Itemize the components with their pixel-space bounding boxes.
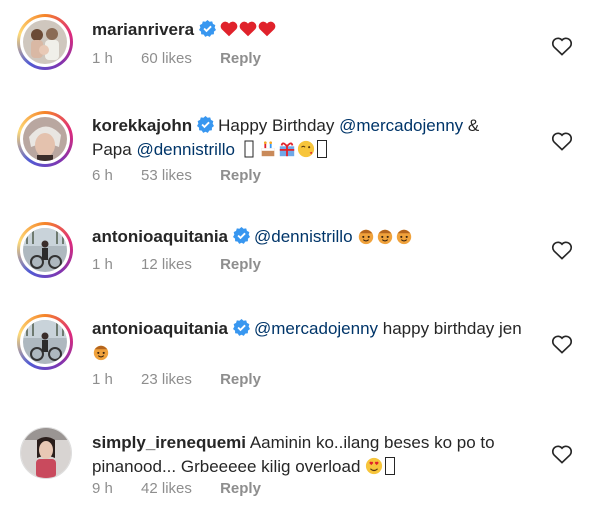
comment-time: 1 h xyxy=(92,256,113,273)
comment-likes[interactable]: 23 likes xyxy=(141,371,192,388)
verified-badge-icon xyxy=(233,227,250,244)
face-blowing-kiss-emoji-icon xyxy=(297,140,314,158)
like-heart-icon[interactable] xyxy=(551,334,573,354)
red-heart-emoji-icon xyxy=(239,21,257,37)
comment-text: marianrivera xyxy=(92,18,522,42)
box-glyph-icon xyxy=(244,140,254,158)
username[interactable]: antonioaquitania xyxy=(92,227,228,246)
comment-meta: 1 h 12 likes Reply xyxy=(92,256,285,273)
username[interactable]: antonioaquitania xyxy=(92,319,228,338)
like-heart-icon[interactable] xyxy=(551,131,573,151)
username[interactable]: korekkajohn xyxy=(92,116,192,135)
comment-time: 1 h xyxy=(92,50,113,67)
smiling-face-emoji-icon xyxy=(93,345,109,361)
comment-likes[interactable]: 12 likes xyxy=(141,256,192,273)
comment-likes[interactable]: 53 likes xyxy=(141,167,192,184)
comment-likes[interactable]: 60 likes xyxy=(141,50,192,67)
avatar[interactable] xyxy=(17,111,73,167)
mention-link[interactable]: @dennistrillo xyxy=(254,227,353,246)
smiling-face-emoji-icon xyxy=(378,229,393,245)
mention-link[interactable]: @dennistrillo xyxy=(136,140,235,159)
smiling-face-emoji-icon xyxy=(397,229,412,245)
comment-text: antonioaquitania @mercadojenny happy birt… xyxy=(92,317,522,365)
comment-meta: 9 h 42 likes Reply xyxy=(92,480,285,497)
avatar[interactable] xyxy=(20,427,72,479)
reply-button[interactable]: Reply xyxy=(220,167,261,184)
reply-button[interactable]: Reply xyxy=(220,480,261,497)
comment-time: 9 h xyxy=(92,480,113,497)
unsupported-glyph-box xyxy=(385,457,396,475)
comment-body: happy birthday jen xyxy=(378,319,522,338)
avatar[interactable] xyxy=(17,222,73,278)
comment-time: 6 h xyxy=(92,167,113,184)
comment-text: antonioaquitania @dennistrillo xyxy=(92,225,522,249)
reply-button[interactable]: Reply xyxy=(220,50,261,67)
username[interactable]: marianrivera xyxy=(92,20,194,39)
reply-button[interactable]: Reply xyxy=(220,256,261,273)
smiling-face-emoji-icon xyxy=(359,229,374,245)
like-heart-icon[interactable] xyxy=(551,240,573,260)
red-heart-emoji-icon xyxy=(220,21,238,37)
username[interactable]: simply_irenequemi xyxy=(92,433,246,452)
verified-badge-icon xyxy=(197,116,215,133)
red-heart-emoji-icon xyxy=(258,21,276,37)
avatar[interactable] xyxy=(17,314,73,370)
avatar[interactable] xyxy=(17,14,73,70)
verified-badge-icon xyxy=(233,319,250,336)
comment-body: Happy Birthday xyxy=(218,116,340,135)
comment-meta: 6 h 53 likes Reply xyxy=(92,167,285,184)
like-heart-icon[interactable] xyxy=(551,444,573,464)
gift-emoji-icon xyxy=(279,142,294,157)
comment-text: simply_irenequemi Aaminin ko..ilang bese… xyxy=(92,431,522,479)
like-heart-icon[interactable] xyxy=(551,36,573,56)
comment-meta: 1 h 23 likes Reply xyxy=(92,371,285,388)
heart-emoji-row xyxy=(220,20,277,39)
unsupported-glyph-box xyxy=(316,140,327,158)
comment-text: korekkajohn Happy Birthday @mercadojenny … xyxy=(92,114,522,162)
birthday-cake-emoji-icon xyxy=(261,141,275,157)
verified-badge-icon xyxy=(199,20,217,37)
comment-likes[interactable]: 42 likes xyxy=(141,480,192,497)
mention-link[interactable]: @mercadojenny xyxy=(254,319,378,338)
comment-meta: 1 h 60 likes Reply xyxy=(92,50,285,67)
comment-time: 1 h xyxy=(92,371,113,388)
reply-button[interactable]: Reply xyxy=(220,371,261,388)
mention-link[interactable]: @mercadojenny xyxy=(339,116,463,135)
heart-eyes-face-emoji-icon xyxy=(366,457,383,475)
